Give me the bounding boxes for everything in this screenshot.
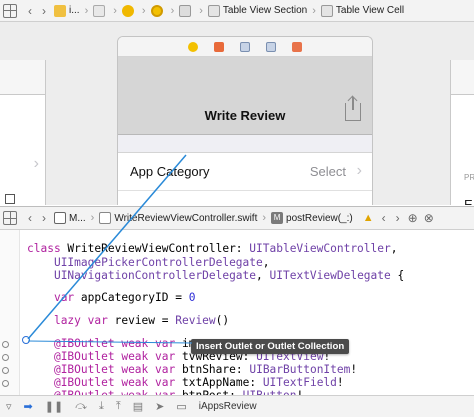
grid-icon[interactable] [0,207,23,229]
navigation-bar[interactable]: Write Review [118,57,372,135]
outlet-connection-icon[interactable] [2,354,9,361]
code-line-11: @IBOutlet weak var btnShare: UIBarButton… [53,363,358,376]
cell-label: App Category [130,164,210,179]
table-view-icon [179,4,192,17]
write-review-scene[interactable]: Write Review App Category Select › [117,36,373,205]
jump-item-folder[interactable]: i... [51,0,83,21]
code-line-5: var appCategoryID = 0 [53,291,196,304]
right-scene[interactable]: PR E [450,60,474,205]
app-name[interactable]: iAppsReview [199,401,257,412]
chevron-right-icon: › [33,155,39,172]
jump-item-method[interactable]: M postReview(_:) [268,207,356,229]
outlet-connection-icon[interactable] [2,380,9,387]
issue-back-icon[interactable]: ‹ [377,211,391,225]
step-over-icon[interactable]: ⤼ [75,400,87,413]
app-icon: ▭ [176,401,187,413]
insert-outlet-tooltip: Insert Outlet or Outlet Collection [191,339,350,354]
left-scene[interactable]: › [0,60,46,205]
cell-detail: Select [309,164,346,179]
canvas-toggle-icon[interactable] [5,194,15,204]
manual-icon [54,212,66,224]
jump-item-section-label: Table View Section [222,5,308,16]
view-hierarchy-icon[interactable]: ▤ [133,400,143,413]
add-editor-icon[interactable]: ⊕ [405,207,421,229]
pause-icon[interactable]: ❚❚ [45,400,63,413]
section-icon [207,4,220,17]
code-line-12: @IBOutlet weak var txtAppName: UITextFie… [53,376,344,389]
hide-debug-area-icon[interactable]: ▿ [6,400,12,413]
issue-forward-icon[interactable]: › [391,211,405,225]
share-icon[interactable] [345,97,361,121]
jump-item-swift-file[interactable]: WriteReviewViewController.swift [96,207,260,229]
view-controller-icon [150,4,163,17]
outlet-connection-icon[interactable] [2,367,9,374]
top-jump-bar: ‹ › i... › › › › › Table View Section › … [0,0,474,22]
view-controller-icon[interactable] [188,41,198,52]
jump-item-file-label: WriteReviewViewController.swift [114,212,258,224]
first-responder-icon[interactable] [214,41,224,52]
scene-title: Write Review [204,108,286,123]
warning-icon[interactable]: ▲ [360,207,377,229]
jump-item-manual-label: M... [69,212,86,224]
back-arrow-icon[interactable]: ‹ [23,211,37,225]
jump-item-section[interactable]: Table View Section [205,0,310,21]
jump-item-method-label: postReview(_:) [286,212,353,224]
chevron-separator-icon: › [84,4,89,17]
jump-item-cell[interactable]: Table View Cell [318,0,407,21]
cell-icon [320,4,333,17]
debug-bar: ▿ ➡ ❚❚ ⤼ ⤓ ⤒ ▤ ➤ ▭ iAppsReview [0,395,474,417]
breakpoint-icon[interactable]: ➡ [24,400,33,413]
scene-dock [118,37,372,57]
insert-outlet-target-icon[interactable] [22,336,30,344]
chevron-right-icon: › [356,162,362,179]
code-line-3: UINavigationControllerDelegate, UITextVi… [53,269,405,282]
code-line-2: UIImagePickerControllerDelegate, [53,256,270,269]
swift-file-icon [99,212,112,224]
code-line-9: @IBOutlet weak var img [53,337,203,350]
forward-arrow-icon[interactable]: › [37,4,51,18]
scene-icon [121,4,134,17]
jump-item-manual[interactable]: M... [51,207,89,229]
bar-button-item-icon[interactable] [240,41,250,52]
back-arrow-icon[interactable]: ‹ [23,4,37,18]
forward-arrow-icon[interactable]: › [37,211,51,225]
code-line-1: class WriteReviewViewController: UITable… [27,242,398,255]
right-scene-header: PR [464,173,474,182]
jump-item-view-controller[interactable] [148,0,169,21]
storyboard-canvas[interactable]: › Write Review App Category Select › PR … [0,22,474,205]
jump-item-storyboard[interactable] [90,0,111,21]
jump-item-folder-label: i... [69,5,80,16]
method-icon: M [271,212,284,224]
table-view-cell[interactable]: App Category Select › [118,153,372,191]
code-editor[interactable]: class WriteReviewViewController: UITable… [0,230,474,395]
step-in-icon[interactable]: ⤓ [99,400,104,413]
step-out-icon[interactable]: ⤒ [116,400,121,413]
jump-item-cell-label: Table View Cell [335,5,405,16]
close-editor-icon[interactable]: ⊗ [421,207,437,229]
grid-icon[interactable] [0,0,23,21]
right-scene-text: E [464,197,473,205]
object-icon[interactable] [266,41,276,52]
editor-jump-bar: ‹ › M... › WriteReviewViewController.swi… [0,206,474,230]
outlet-connection-icon[interactable] [2,341,9,348]
exit-icon[interactable] [292,41,302,52]
jump-item-scene[interactable] [119,0,140,21]
location-icon[interactable]: ➤ [155,400,164,413]
folder-icon [54,4,66,17]
code-line-7: lazy var review = Review() [53,314,230,327]
jump-item-table-view[interactable] [176,0,197,21]
storyboard-icon [93,4,106,17]
